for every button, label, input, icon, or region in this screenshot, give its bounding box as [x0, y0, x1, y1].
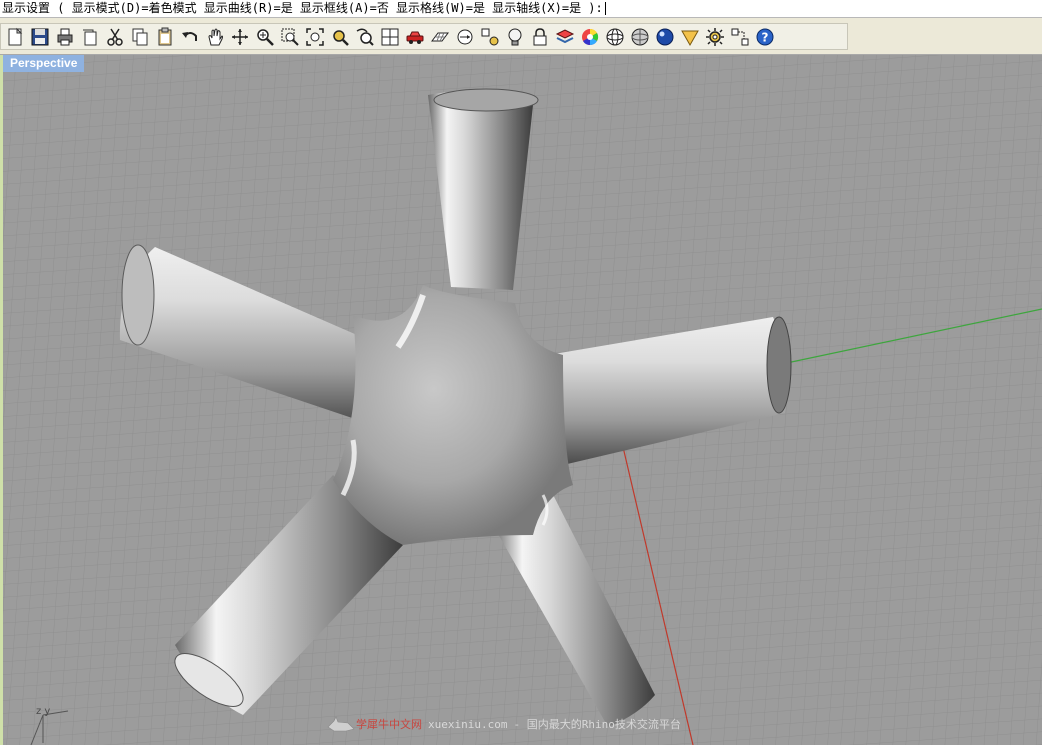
camera-target-icon [457, 29, 473, 44]
cut-button[interactable] [103, 25, 127, 49]
color-wheel-icon [582, 28, 599, 45]
axis-icon-label: z y [36, 706, 51, 717]
render-preview-icon [681, 30, 699, 46]
watermark-brand: 学犀牛中文网 [356, 718, 422, 731]
print-icon [57, 28, 73, 45]
car-icon [406, 31, 424, 44]
light-bulb-button[interactable] [503, 25, 527, 49]
paste-button[interactable] [153, 25, 177, 49]
pan-hand-button[interactable] [203, 25, 227, 49]
zoom-extents-icon [306, 27, 324, 46]
zoom-selected-icon [333, 29, 349, 46]
four-viewports-icon [381, 28, 399, 45]
copy-icon [132, 28, 148, 45]
new-button[interactable] [3, 25, 27, 49]
paste-icon [158, 27, 172, 45]
watermark: 学犀牛中文网 xuexiniu.com - 国内最大的Rhino技术交流平台 [326, 714, 681, 734]
pan-hand-icon [208, 28, 223, 45]
command-prompt-text: 显示设置 ( 显示模式(D)=着色模式 显示曲线(R)=是 显示框线(A)=否 … [2, 1, 603, 15]
undo-icon [182, 31, 197, 41]
toolbar-buttons: ? [0, 23, 848, 50]
lock-icon [533, 27, 547, 45]
lock-button[interactable] [528, 25, 552, 49]
new-icon [8, 27, 23, 45]
osnap-icon [481, 28, 499, 45]
grid-plane-button[interactable] [428, 25, 452, 49]
undo-view-icon [356, 28, 374, 46]
render-sphere-icon [656, 28, 674, 45]
watermark-url: xuexiniu.com [428, 717, 508, 731]
watermark-tagline: - 国内最大的Rhino技术交流平台 [513, 718, 681, 731]
layer-button[interactable] [553, 25, 577, 49]
wireframe-sphere-icon [606, 28, 624, 45]
text-caret [604, 2, 606, 15]
copy-button[interactable] [128, 25, 152, 49]
toolbar-layout-icon [731, 28, 749, 45]
options-gear-button[interactable] [703, 25, 727, 49]
command-line[interactable]: 显示设置 ( 显示模式(D)=着色模式 显示曲线(R)=是 显示框线(A)=否 … [0, 0, 1042, 18]
shaded-sphere-button[interactable] [628, 25, 652, 49]
zoom-dynamic-button[interactable] [253, 25, 277, 49]
undo-button[interactable] [178, 25, 202, 49]
grid-plane-icon [431, 32, 449, 41]
save-icon [31, 28, 49, 45]
zoom-selected-button[interactable] [328, 25, 352, 49]
print-button[interactable] [53, 25, 77, 49]
four-viewports-button[interactable] [378, 25, 402, 49]
help-icon: ? [756, 28, 774, 45]
osnap-button[interactable] [478, 25, 502, 49]
rhino-logo-icon [327, 716, 355, 732]
light-bulb-icon [508, 28, 522, 45]
rotate-view-icon [232, 28, 248, 45]
svg-text:?: ? [762, 30, 769, 44]
zoom-window-button[interactable] [278, 25, 302, 49]
viewport-title[interactable]: Perspective [3, 55, 85, 72]
undo-view-button[interactable] [353, 25, 377, 49]
export-icon [83, 29, 97, 45]
export-button[interactable] [78, 25, 102, 49]
zoom-window-icon [281, 28, 299, 46]
standard-toolbar: ? [0, 18, 1042, 55]
render-preview-button[interactable] [678, 25, 702, 49]
car-button[interactable] [403, 25, 427, 49]
save-button[interactable] [28, 25, 52, 49]
wireframe-sphere-button[interactable] [603, 25, 627, 49]
viewport-scene [3, 55, 1042, 745]
rotate-view-button[interactable] [228, 25, 252, 49]
layer-icon [555, 28, 575, 43]
cut-icon [107, 28, 123, 46]
color-wheel-button[interactable] [578, 25, 602, 49]
zoom-dynamic-icon [257, 28, 274, 46]
zoom-extents-button[interactable] [303, 25, 327, 49]
help-button[interactable]: ? [753, 25, 777, 49]
options-gear-icon [706, 27, 724, 46]
toolbar-layout-button[interactable] [728, 25, 752, 49]
render-sphere-button[interactable] [653, 25, 677, 49]
perspective-viewport[interactable] [3, 55, 1042, 745]
shaded-sphere-icon [631, 28, 649, 45]
camera-target-button[interactable] [453, 25, 477, 49]
